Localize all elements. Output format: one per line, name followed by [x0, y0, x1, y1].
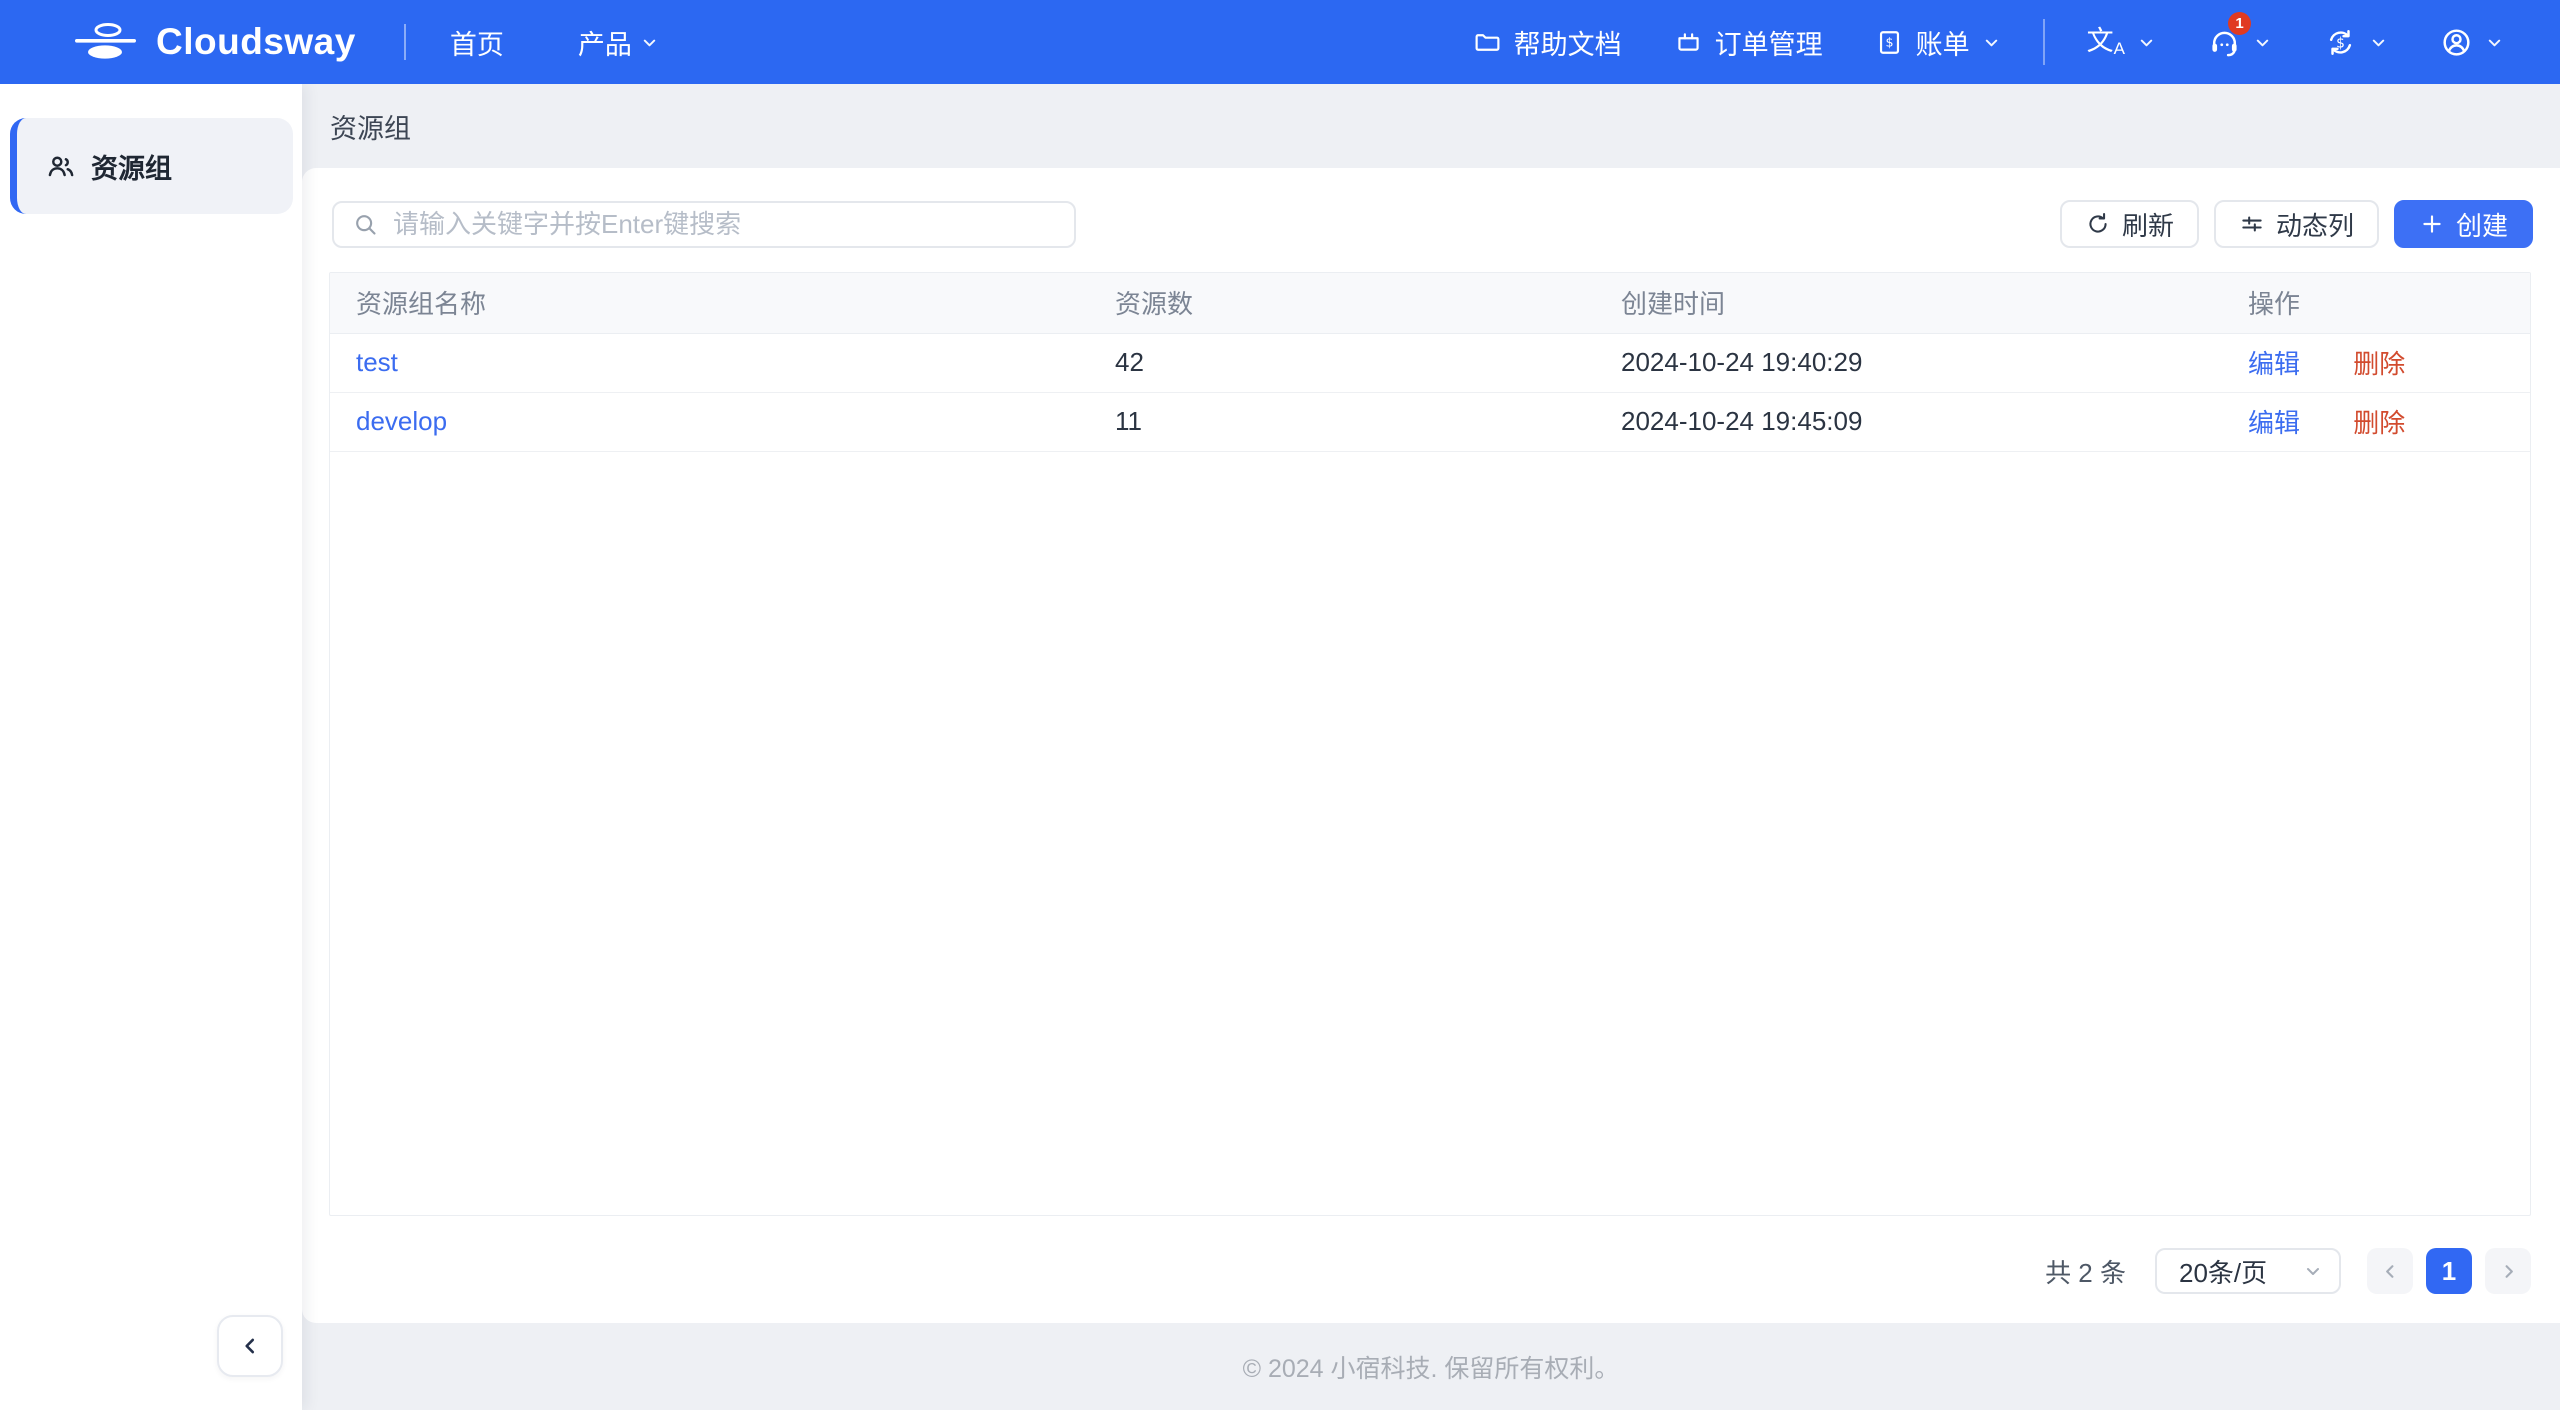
delete-action-link[interactable]: 删除 [2353, 349, 2405, 379]
chevron-right-icon [2499, 1262, 2518, 1281]
column-header-name: 资源组名称 [330, 273, 1089, 333]
delete-action-link[interactable]: 删除 [2353, 408, 2405, 438]
previous-page-button[interactable] [2367, 1248, 2413, 1294]
dynamic-columns-button-label: 动态列 [2276, 206, 2354, 243]
resource-group-table: 资源组名称 资源数 创建时间 操作 test 42 2024-10-24 19:… [329, 272, 2531, 1216]
resource-group-link[interactable]: develop [356, 406, 447, 436]
create-button[interactable]: 创建 [2394, 200, 2533, 248]
notification-badge: 1 [2228, 12, 2251, 35]
nav-support-notifications[interactable]: 1 [2208, 26, 2272, 59]
navbar-left: Cloudsway 首页 产品 [0, 19, 659, 65]
refresh-button-label: 刷新 [2122, 206, 2174, 243]
user-group-icon [45, 151, 76, 182]
page-size-value: 20条/页 [2179, 1253, 2267, 1290]
nav-bills-label: 账单 [1916, 23, 1970, 62]
bill-document-icon: $ [1875, 28, 1904, 57]
top-navbar: Cloudsway 首页 产品 帮助文档 [0, 0, 2560, 84]
sliders-icon [2239, 211, 2265, 237]
chevron-down-icon [2253, 33, 2272, 52]
sidebar: 资源组 [0, 84, 302, 1410]
created-time-cell: 2024-10-24 19:40:29 [1595, 333, 2222, 392]
nav-help-docs[interactable]: 帮助文档 [1473, 23, 1622, 62]
search-icon [352, 211, 379, 238]
navbar-divider [404, 24, 406, 60]
brand[interactable]: Cloudsway [74, 19, 356, 65]
column-header-actions: 操作 [2222, 273, 2530, 333]
search-input[interactable] [393, 209, 1056, 240]
chevron-down-icon [2303, 1261, 2323, 1281]
nav-products-label: 产品 [578, 23, 632, 62]
sidebar-item-resource-groups[interactable]: 资源组 [10, 118, 293, 214]
breadcrumb: 资源组 [302, 84, 2560, 168]
table-header-row: 资源组名称 资源数 创建时间 操作 [330, 273, 2530, 333]
user-account-icon [2440, 26, 2473, 59]
headset-support-icon: 1 [2208, 26, 2241, 59]
refresh-icon [2085, 211, 2111, 237]
table-row: test 42 2024-10-24 19:40:29 编辑 删除 [330, 333, 2530, 392]
resource-count-cell: 42 [1089, 333, 1595, 392]
column-header-created: 创建时间 [1595, 273, 2222, 333]
resource-count-cell: 11 [1089, 392, 1595, 451]
chevron-down-icon [640, 33, 659, 52]
chevron-down-icon [2369, 33, 2388, 52]
folder-icon [1473, 28, 1502, 57]
content-card: 刷新 动态列 [302, 168, 2560, 1323]
edit-action-link[interactable]: 编辑 [2248, 349, 2300, 379]
refresh-button[interactable]: 刷新 [2060, 200, 2199, 248]
dynamic-columns-button[interactable]: 动态列 [2214, 200, 2379, 248]
svg-text:$: $ [1885, 34, 1893, 49]
footer: © 2024 小宿科技. 保留所有权利。 [302, 1323, 2560, 1410]
brand-name: Cloudsway [156, 21, 356, 63]
page-title: 资源组 [330, 107, 411, 146]
pagination: 共 2 条 20条/页 1 [2045, 1248, 2531, 1294]
chevron-down-icon [2485, 33, 2504, 52]
create-button-label: 创建 [2456, 206, 2508, 243]
resource-group-link[interactable]: test [356, 347, 398, 377]
chevron-down-icon [1982, 33, 2001, 52]
nav-user-account[interactable] [2440, 26, 2504, 59]
next-page-button[interactable] [2485, 1248, 2531, 1294]
plus-icon [2419, 211, 2445, 237]
navbar-divider [2043, 19, 2045, 65]
search-box[interactable] [332, 201, 1076, 248]
language-icon: 文A [2087, 28, 2125, 57]
svg-text:$: $ [2336, 35, 2345, 51]
copyright-text: © 2024 小宿科技. 保留所有权利。 [1243, 1349, 1620, 1385]
page-size-select[interactable]: 20条/页 [2155, 1248, 2341, 1294]
cloudsway-logo-icon [74, 19, 138, 65]
nav-order-management[interactable]: 订单管理 [1674, 23, 1823, 62]
nav-help-docs-label: 帮助文档 [1514, 23, 1622, 62]
nav-products[interactable]: 产品 [578, 23, 659, 62]
nav-currency-exchange[interactable]: $ [2324, 26, 2388, 59]
currency-exchange-icon: $ [2324, 26, 2357, 59]
edit-action-link[interactable]: 编辑 [2248, 408, 2300, 438]
toolbar-buttons: 刷新 动态列 [2060, 200, 2533, 248]
chevron-down-icon [2137, 33, 2156, 52]
sidebar-item-label: 资源组 [91, 147, 172, 186]
chevron-left-icon [2381, 1262, 2400, 1281]
table-row: develop 11 2024-10-24 19:45:09 编辑 删除 [330, 392, 2530, 451]
column-header-count: 资源数 [1089, 273, 1595, 333]
page-number-button[interactable]: 1 [2426, 1248, 2472, 1294]
sidebar-collapse-button[interactable] [217, 1315, 283, 1377]
created-time-cell: 2024-10-24 19:45:09 [1595, 392, 2222, 451]
app-root: Cloudsway 首页 产品 帮助文档 [0, 0, 2560, 1410]
nav-order-management-label: 订单管理 [1715, 23, 1823, 62]
nav-bills[interactable]: $ 账单 [1875, 23, 2001, 62]
order-box-icon [1674, 28, 1703, 57]
nav-home[interactable]: 首页 [450, 23, 504, 62]
pagination-total: 共 2 条 [2045, 1253, 2126, 1290]
main-content: 资源组 [302, 84, 2560, 1410]
navbar-right: 帮助文档 订单管理 $ 账单 [1473, 19, 2560, 65]
nav-home-label: 首页 [450, 23, 504, 62]
chevron-left-icon [239, 1335, 261, 1357]
nav-language-switcher[interactable]: 文A [2087, 28, 2156, 57]
